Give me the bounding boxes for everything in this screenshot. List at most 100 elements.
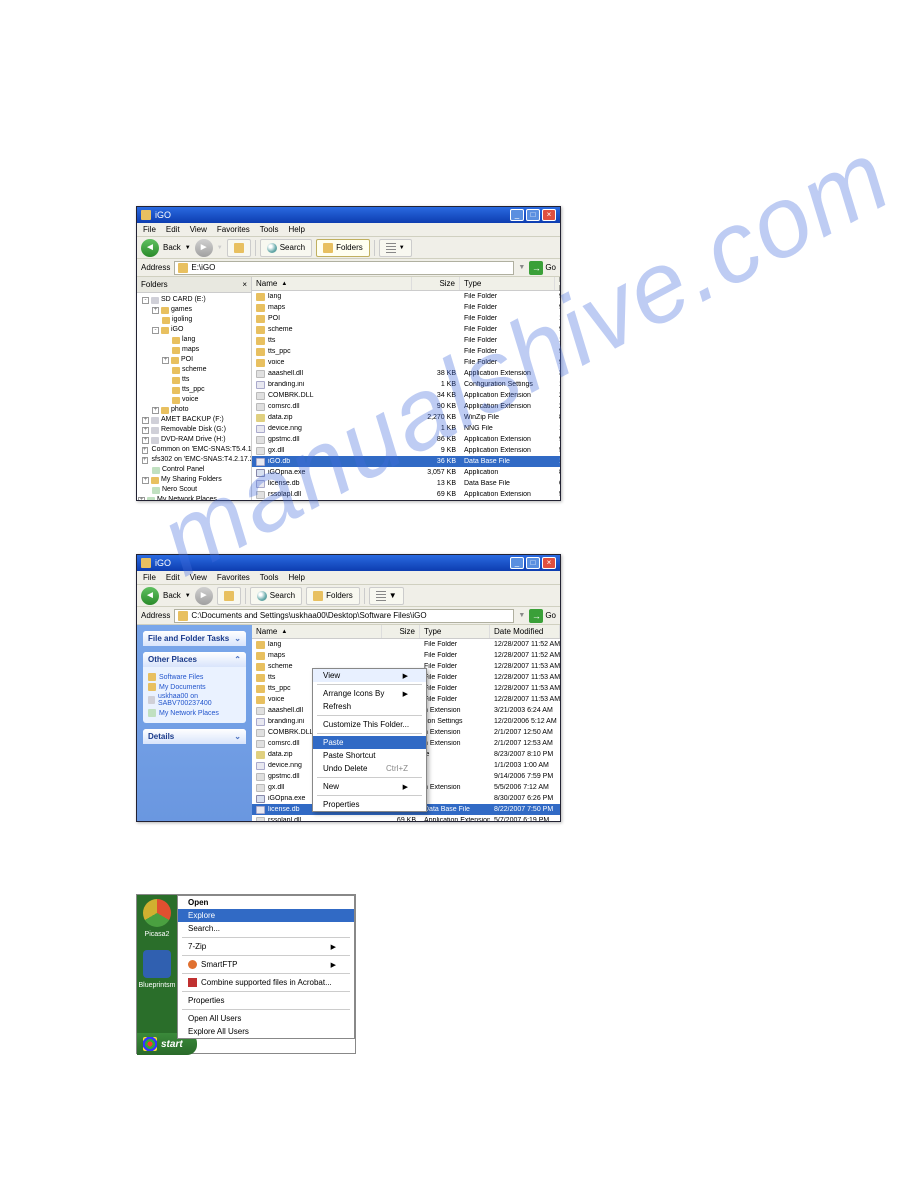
tree-node[interactable]: +Common on 'EMC-SNAS:T5.4.18.2 (u <box>138 445 250 455</box>
search-button[interactable]: Search <box>250 587 302 605</box>
file-folder-tasks-panel[interactable]: File and Folder Tasks⌄ <box>143 631 246 646</box>
expand-icon[interactable]: + <box>152 307 159 314</box>
tree-close-icon[interactable]: × <box>242 280 247 289</box>
tree-node[interactable]: +DVD-RAM Drive (H:) <box>138 435 250 445</box>
tree-node[interactable]: -iGO <box>138 325 250 335</box>
file-row[interactable]: data.zip2,270 KBWinZip File8/24/2007 12:… <box>252 412 560 423</box>
close-button[interactable]: × <box>542 209 556 221</box>
expand-icon[interactable]: + <box>142 417 149 424</box>
file-row[interactable]: device.nng1 KBNNG File1/1/2006 12:00 PM <box>252 423 560 434</box>
col-name[interactable]: Name ▲ <box>252 277 412 290</box>
search-button[interactable]: Search <box>260 239 312 257</box>
tree-node[interactable]: scheme <box>138 365 250 375</box>
expand-icon[interactable]: - <box>142 297 149 304</box>
file-row[interactable]: ttsFile Folder1/1/2006 12:00 PM <box>252 335 560 346</box>
sidebar-link[interactable]: Software Files <box>148 673 241 681</box>
forward-button[interactable]: ► <box>195 587 213 605</box>
col-date[interactable]: Date Modified <box>555 277 560 290</box>
ctx-combine-acrobat[interactable]: Combine supported files in Acrobat... <box>178 976 354 989</box>
menu-file[interactable]: File <box>143 225 156 234</box>
views-button[interactable]: ▼ <box>379 239 412 257</box>
tree-node[interactable]: +AMET BACKUP (F:) <box>138 415 250 425</box>
file-row[interactable]: rssolapl.dll69 KBApplication Extension5/… <box>252 815 560 821</box>
menu-help[interactable]: Help <box>288 573 304 582</box>
tree-node[interactable]: igoling <box>138 315 250 325</box>
expand-icon[interactable]: + <box>152 407 159 414</box>
ctx-new[interactable]: New▶ <box>313 780 426 793</box>
views-button[interactable]: ▼ <box>369 587 404 605</box>
expand-icon[interactable]: + <box>138 497 145 501</box>
menu-help[interactable]: Help <box>288 225 304 234</box>
file-row[interactable]: POIFile Folder1/1/2006 12:00 PM <box>252 313 560 324</box>
menubar[interactable]: File Edit View Favorites Tools Help <box>137 571 560 585</box>
ctx-paste-shortcut[interactable]: Paste Shortcut <box>313 749 426 762</box>
expand-icon[interactable]: + <box>142 447 148 454</box>
file-row[interactable]: gpstmc.dll86 KBApplication Extension9/15… <box>252 434 560 445</box>
col-type[interactable]: Type <box>420 625 490 638</box>
ctx-explore[interactable]: Explore <box>178 909 354 922</box>
tree-node[interactable]: maps <box>138 345 250 355</box>
menu-tools[interactable]: Tools <box>260 573 279 582</box>
tree-node[interactable]: Nero Scout <box>138 485 250 495</box>
menu-edit[interactable]: Edit <box>166 225 180 234</box>
ctx-open[interactable]: Open <box>178 896 354 909</box>
ctx-explore-all-users[interactable]: Explore All Users <box>178 1025 354 1038</box>
ctx-7zip[interactable]: 7-Zip▶ <box>178 940 354 953</box>
minimize-button[interactable]: _ <box>510 557 524 569</box>
ctx-search[interactable]: Search... <box>178 922 354 935</box>
back-button[interactable]: ◄ <box>141 587 159 605</box>
close-button[interactable]: × <box>542 557 556 569</box>
tree-node[interactable]: lang <box>138 335 250 345</box>
menu-favorites[interactable]: Favorites <box>217 225 250 234</box>
menu-file[interactable]: File <box>143 573 156 582</box>
chevron-icon[interactable]: ⌃ <box>234 655 241 664</box>
file-row[interactable]: iGOpna.exe3,057 KBApplication8/31/2007 1… <box>252 467 560 478</box>
ctx-undo[interactable]: Undo DeleteCtrl+Z <box>313 762 426 775</box>
col-date[interactable]: Date Modified <box>490 625 560 638</box>
file-row[interactable]: comsrc.dll90 KBApplication Extension2/1/… <box>252 401 560 412</box>
col-type[interactable]: Type <box>460 277 555 290</box>
menu-tools[interactable]: Tools <box>260 225 279 234</box>
back-button[interactable]: ◄ <box>141 239 159 257</box>
chevron-icon[interactable]: ⌄ <box>234 732 241 741</box>
tree-node[interactable]: +My Sharing Folders <box>138 475 250 485</box>
file-row[interactable]: tts_ppcFile Folder9/14/2007 2:40 PM <box>252 346 560 357</box>
tree-node[interactable]: +My Network Places <box>138 495 250 500</box>
picasa-icon[interactable] <box>143 899 171 927</box>
expand-icon[interactable]: + <box>162 357 169 364</box>
ctx-smartftp[interactable]: SmartFTP ▶ <box>178 958 354 971</box>
col-size[interactable]: Size <box>382 625 420 638</box>
tree-node[interactable]: voice <box>138 395 250 405</box>
ctx-properties[interactable]: Properties <box>178 994 354 1007</box>
expand-icon[interactable]: + <box>142 477 149 484</box>
tree-node[interactable]: +games <box>138 305 250 315</box>
maximize-button[interactable]: □ <box>526 557 540 569</box>
minimize-button[interactable]: _ <box>510 209 524 221</box>
file-row[interactable]: iGO.db36 KBData Base File12/16/2007 5:06… <box>252 456 560 467</box>
file-row[interactable]: schemeFile Folder9/14/2007 2:40 PM <box>252 324 560 335</box>
go-button[interactable]: → <box>529 609 543 623</box>
details-panel[interactable]: Details⌄ <box>143 729 246 744</box>
file-row[interactable]: branding.ini1 KBConfiguration Settings12… <box>252 379 560 390</box>
menu-view[interactable]: View <box>190 573 207 582</box>
file-row[interactable]: mapsFile Folder9/14/2007 2:40 PM <box>252 302 560 313</box>
expand-icon[interactable]: + <box>142 437 149 444</box>
ctx-arrange[interactable]: Arrange Icons By▶ <box>313 687 426 700</box>
file-row[interactable]: voiceFile Folder9/14/2007 2:40 PM <box>252 357 560 368</box>
menubar[interactable]: File Edit View Favorites Tools Help <box>137 223 560 237</box>
folders-button[interactable]: Folders <box>316 239 370 257</box>
file-row[interactable]: rssolapl.dll69 KBApplication Extension5/… <box>252 489 560 500</box>
ctx-refresh[interactable]: Refresh <box>313 700 426 713</box>
file-row[interactable]: aaashell.dll38 KBApplication Extension3/… <box>252 368 560 379</box>
file-row[interactable]: mapsFile Folder12/28/2007 11:52 AM <box>252 650 560 661</box>
sidebar-link[interactable]: uskhaa00 on SABV700237400 <box>148 693 241 707</box>
address-field[interactable]: E:\iGO <box>174 261 514 275</box>
chevron-icon[interactable]: ⌄ <box>234 634 241 643</box>
tree-node[interactable]: tts_ppc <box>138 385 250 395</box>
address-field[interactable]: C:\Documents and Settings\uskhaa00\Deskt… <box>174 609 514 623</box>
tree-node[interactable]: +Removable Disk (G:) <box>138 425 250 435</box>
tree-node[interactable]: tts <box>138 375 250 385</box>
titlebar[interactable]: iGO _ □ × <box>137 555 560 571</box>
tree-node[interactable]: +sfs302 on 'EMC-SNAS:T4.2.17.2 (vn <box>138 455 250 465</box>
menu-edit[interactable]: Edit <box>166 573 180 582</box>
